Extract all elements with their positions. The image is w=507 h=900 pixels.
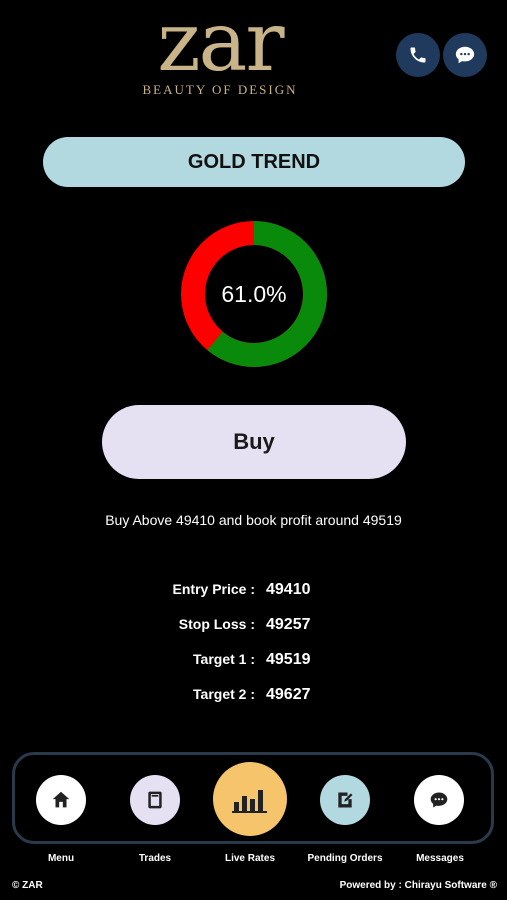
nav-menu-button[interactable] [36, 775, 86, 825]
nav-pending-orders-button[interactable] [320, 775, 370, 825]
phone-icon [410, 47, 426, 63]
target-1-label: Target 1 : [193, 651, 255, 667]
target-1-value: 49519 [266, 651, 311, 668]
chat-icon [430, 792, 448, 808]
buy-button[interactable]: Buy [102, 405, 406, 479]
nav-trades-button[interactable] [130, 775, 180, 825]
bar-chart-icon [232, 790, 267, 813]
target-2-row: Target 2 : 49627 [0, 686, 507, 708]
logo-wordmark: zar [157, 0, 284, 90]
entry-price-row: Entry Price : 49410 [0, 581, 507, 603]
chat-icon [455, 46, 475, 64]
brand-logo: zar BEAUTY OF DESIGN [115, 0, 325, 100]
trend-percent-label: 61.0% [221, 280, 287, 307]
target-1-row: Target 1 : 49519 [0, 651, 507, 673]
chat-button[interactable] [443, 33, 487, 77]
nav-live-rates-label: Live Rates [224, 853, 276, 864]
nav-live-rates-button[interactable] [213, 762, 287, 836]
logo-tagline: BEAUTY OF DESIGN [142, 82, 298, 97]
edit-icon [338, 792, 353, 808]
nav-messages-button[interactable] [414, 775, 464, 825]
call-button[interactable] [396, 33, 440, 77]
stop-loss-value: 49257 [266, 616, 311, 633]
nav-menu-label: Menu [47, 853, 75, 864]
entry-price-label: Entry Price : [172, 581, 255, 597]
powered-by-text: Powered by : Chirayu Software ® [339, 880, 497, 891]
stop-loss-label: Stop Loss : [178, 616, 255, 632]
target-2-label: Target 2 : [193, 686, 255, 702]
nav-messages-label: Messages [416, 853, 464, 864]
book-icon [148, 791, 162, 809]
entry-price-value: 49410 [266, 581, 311, 598]
nav-pending-orders-label: Pending Orders [307, 853, 383, 864]
gold-trend-title: GOLD TREND [43, 137, 465, 187]
stop-loss-row: Stop Loss : 49257 [0, 616, 507, 638]
nav-trades-label: Trades [138, 853, 172, 864]
copyright-text: © ZAR [12, 880, 43, 891]
home-icon [52, 791, 70, 808]
trade-advice: Buy Above 49410 and book profit around 4… [105, 512, 402, 528]
target-2-value: 49627 [266, 686, 311, 703]
